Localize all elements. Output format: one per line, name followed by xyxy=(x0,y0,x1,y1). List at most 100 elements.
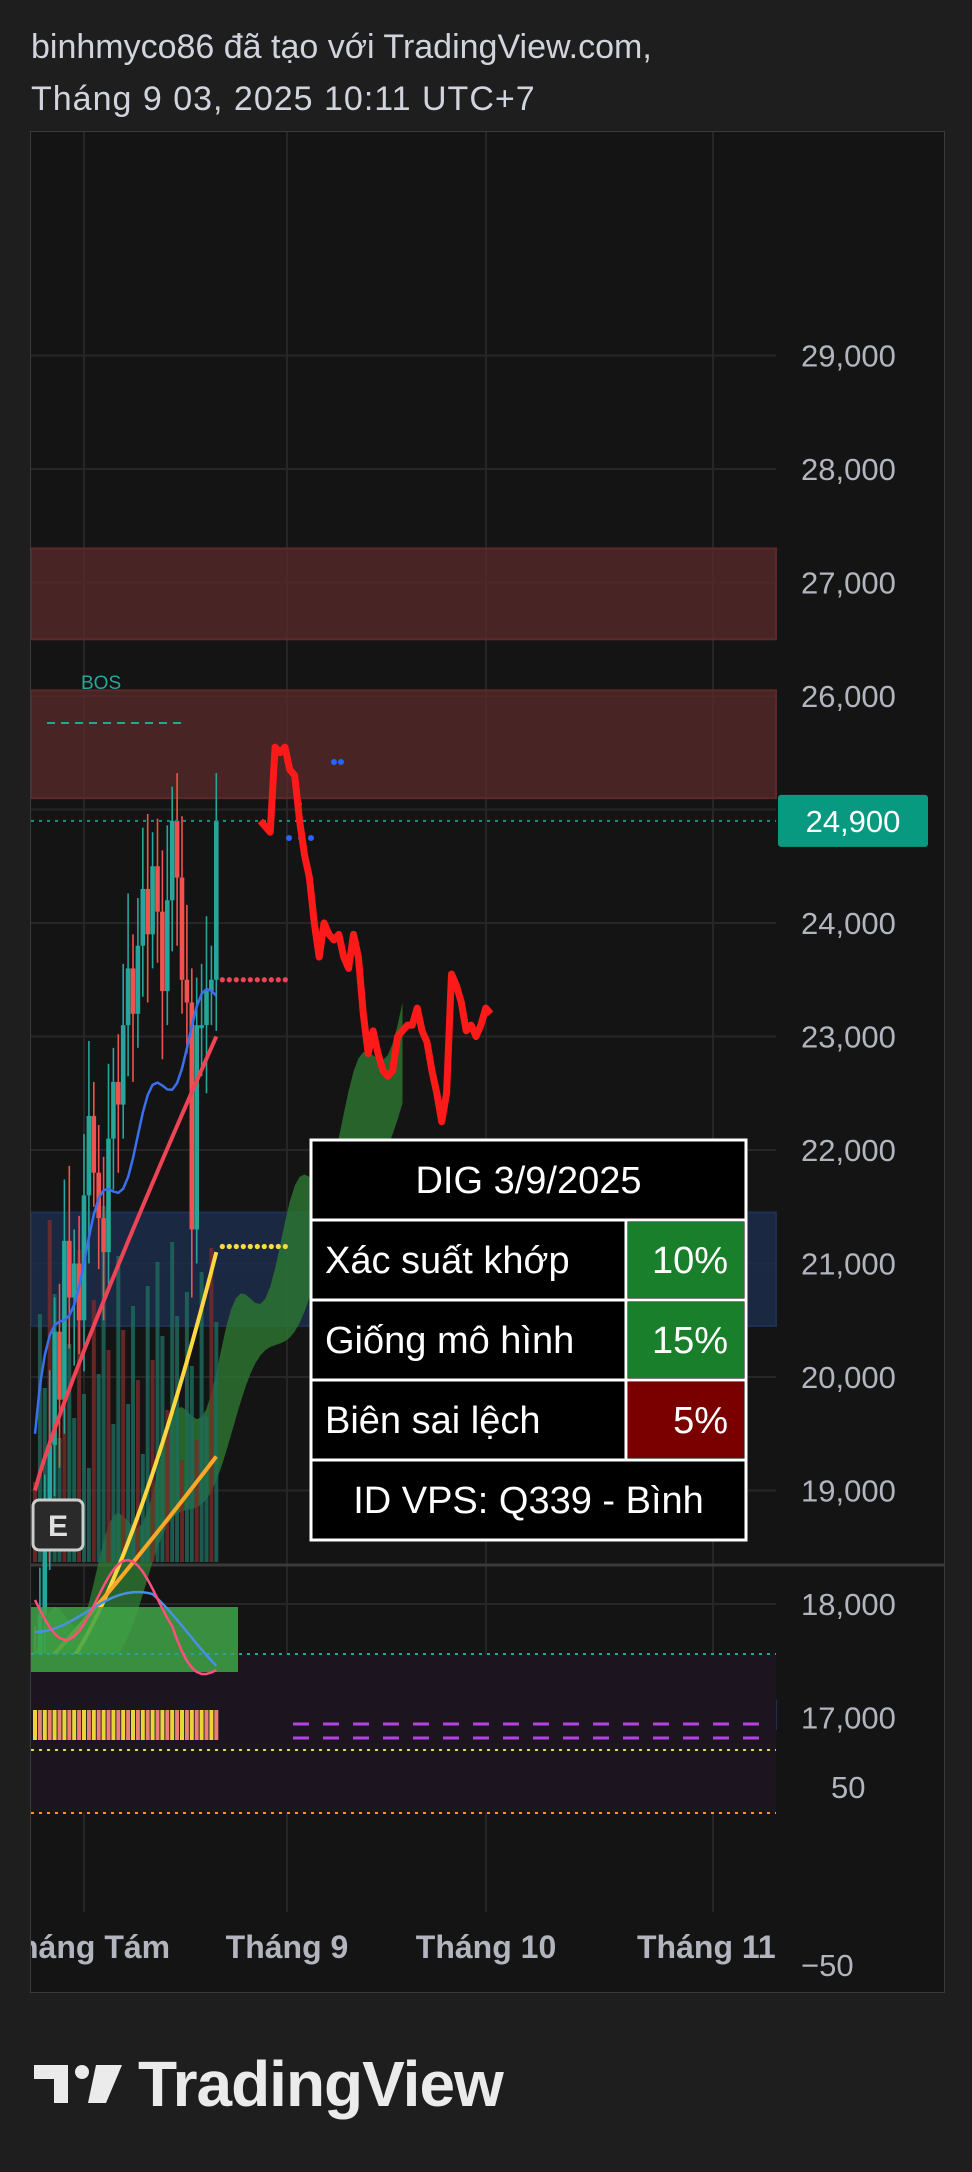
candle-body-15 xyxy=(106,1138,111,1253)
kijun-ext-dot-8 xyxy=(275,977,281,983)
senkou-ext-dot-8 xyxy=(275,1243,281,1250)
kijun-ext-dot-2 xyxy=(233,977,239,983)
blue-dot-5 xyxy=(308,835,314,841)
volume-bar-11 xyxy=(86,1468,91,1562)
kijun-ext-dot-6 xyxy=(261,977,267,983)
candle-body-19 xyxy=(125,968,131,1026)
senkou-ext-dot-2 xyxy=(233,1243,239,1250)
osc-hist-bar-18 xyxy=(121,1710,126,1740)
chart-svg[interactable]: BOSE29,00028,00027,00026,00025,00024,000… xyxy=(31,132,944,1992)
candle-body-23 xyxy=(145,888,150,935)
volume-bar-17 xyxy=(116,1256,121,1562)
volume-bar-18 xyxy=(121,1330,126,1562)
current-price-tag-label: 24,900 xyxy=(806,804,901,839)
candle-body-26 xyxy=(160,911,165,992)
volume-bar-35 xyxy=(204,1416,209,1562)
osc-hist-bar-27 xyxy=(165,1710,170,1740)
volume-bar-25 xyxy=(155,1262,160,1562)
osc-hist-bar-34 xyxy=(199,1710,204,1740)
chart-timestamp: Tháng 9 03, 2025 10:11 UTC+7 xyxy=(31,80,536,118)
x-tick-label-3: Tháng 11 xyxy=(637,1929,776,1965)
osc-tick-label-1: −50 xyxy=(801,1948,854,1983)
osc-hist-bar-4 xyxy=(52,1710,57,1740)
y-tick-label-6: 23,000 xyxy=(801,1020,896,1055)
tradingview-logo: TradingView xyxy=(34,2047,504,2121)
osc-hist-bar-35 xyxy=(204,1710,209,1740)
y-tick-label-2: 27,000 xyxy=(801,566,896,601)
x-tick-label-2: Tháng 10 xyxy=(416,1929,556,1965)
candle-body-25 xyxy=(155,866,160,912)
y-tick-label-8: 21,000 xyxy=(801,1247,896,1282)
info-row-value-2: 5% xyxy=(673,1400,728,1442)
volume-bar-33 xyxy=(194,1440,199,1562)
senkou-ext-dot-5 xyxy=(254,1243,260,1250)
volume-bar-30 xyxy=(180,1460,184,1562)
osc-hist-bar-14 xyxy=(101,1710,106,1740)
info-row-value-0: 10% xyxy=(652,1240,728,1282)
x-tick-label-0: háng Tám xyxy=(31,1929,170,1965)
candle-body-16 xyxy=(111,1081,116,1139)
osc-hist-bar-0 xyxy=(33,1710,37,1740)
candle-body-37 xyxy=(214,820,219,980)
osc-hist-bar-19 xyxy=(126,1710,131,1740)
x-tick-label-1: Tháng 9 xyxy=(226,1929,349,1965)
y-tick-label-1: 28,000 xyxy=(801,452,896,487)
candle-body-33 xyxy=(194,1025,199,1230)
zone-box-1 xyxy=(31,689,777,800)
volume-bar-32 xyxy=(189,1366,194,1562)
candle-body-34 xyxy=(199,1025,204,1029)
osc-hist-bar-25 xyxy=(155,1710,160,1740)
volume-bar-36 xyxy=(209,1248,214,1562)
info-row-value-1: 15% xyxy=(652,1320,728,1362)
tradingview-logo-icon xyxy=(34,2065,122,2103)
senkou-ext-dot-6 xyxy=(261,1243,267,1250)
osc-hist-bar-28 xyxy=(170,1710,175,1740)
osc-hist-bar-2 xyxy=(42,1710,47,1740)
candle-body-18 xyxy=(120,1025,126,1105)
osc-hist-bar-6 xyxy=(62,1710,67,1740)
zone-box-0 xyxy=(31,547,777,641)
osc-hist-bar-31 xyxy=(184,1710,189,1740)
candle-body-28 xyxy=(169,820,175,901)
candle-body-5 xyxy=(57,1331,62,1400)
osc-hist-bar-13 xyxy=(96,1710,101,1740)
bos-label: BOS xyxy=(81,673,121,694)
chart-panel[interactable]: BOSE29,00028,00027,00026,00025,00024,000… xyxy=(30,131,945,1993)
kijun-ext-dot-1 xyxy=(226,977,232,983)
candle-body-22 xyxy=(140,888,146,946)
osc-hist-bar-24 xyxy=(150,1710,155,1740)
kijun-ext-dot-4 xyxy=(247,977,253,983)
osc-hist-bar-7 xyxy=(67,1710,72,1740)
candle-body-21 xyxy=(135,945,141,1014)
kijun-ext-dot-7 xyxy=(268,977,274,983)
volume-bar-24 xyxy=(150,1360,155,1562)
info-row-label-1: Giống mô hình xyxy=(325,1320,574,1362)
volume-bar-16 xyxy=(111,1424,116,1562)
osc-hist-bar-9 xyxy=(77,1710,82,1740)
osc-hist-bar-12 xyxy=(91,1710,96,1740)
kijun-ext-dot-5 xyxy=(254,977,260,983)
chart-author-line: binhmyco86 đã tạo với TradingView.com, xyxy=(31,28,652,66)
candle-body-7 xyxy=(67,1240,72,1298)
candle-body-30 xyxy=(179,877,185,980)
osc-hist-bar-32 xyxy=(189,1710,194,1740)
candle-body-17 xyxy=(116,1081,121,1105)
volume-bar-12 xyxy=(91,1300,96,1562)
y-tick-label-7: 22,000 xyxy=(801,1133,896,1168)
info-row-label-2: Biên sai lệch xyxy=(325,1400,540,1442)
osc-hist-bar-5 xyxy=(57,1710,62,1740)
senkou-ext-dot-0 xyxy=(219,1243,225,1250)
candle-body-31 xyxy=(184,979,190,1003)
blue-dot-1 xyxy=(338,759,344,765)
osc-hist-bar-17 xyxy=(116,1710,121,1740)
volume-bar-13 xyxy=(96,1374,101,1562)
osc-hist-bar-1 xyxy=(37,1710,42,1740)
candle-body-27 xyxy=(165,900,170,992)
osc-hist-bar-29 xyxy=(175,1710,180,1740)
info-table-footer: ID VPS: Q339 - Bình xyxy=(353,1480,704,1522)
osc-tick-label-0: 50 xyxy=(831,1770,865,1805)
senkou-ext-dot-1 xyxy=(226,1243,232,1250)
kijun-ext-dot-3 xyxy=(240,977,246,983)
osc-hist-bar-15 xyxy=(106,1710,111,1740)
kijun-ext-dot-0 xyxy=(219,977,225,983)
